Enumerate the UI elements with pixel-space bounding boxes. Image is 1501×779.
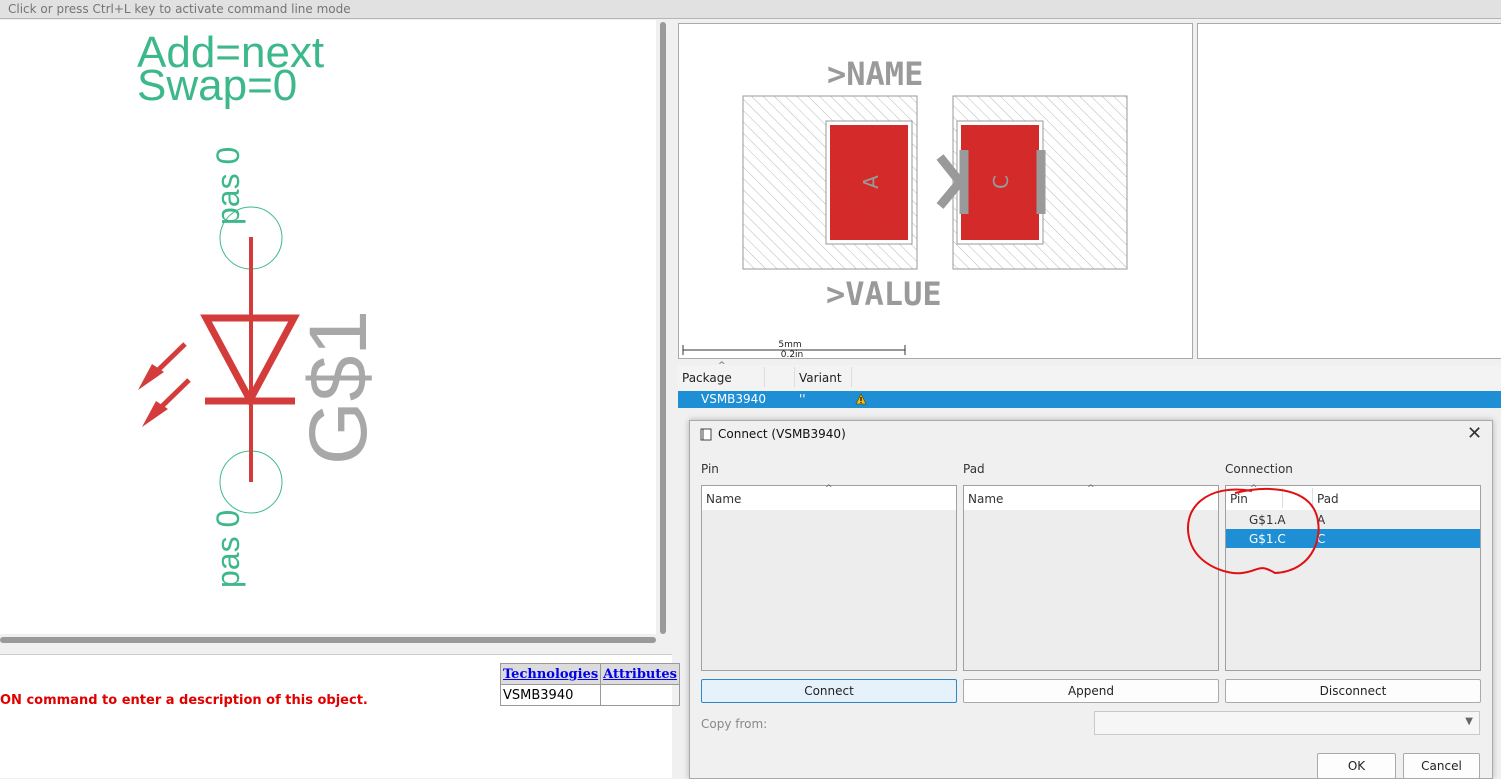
pad-a-label: A (859, 175, 883, 189)
chevron-down-icon: ▼ (1465, 716, 1473, 727)
close-icon[interactable]: ✕ (1467, 423, 1482, 444)
pin-col-name[interactable]: Name (706, 492, 741, 506)
attributes-link[interactable]: Attributes (600, 663, 680, 685)
pkg-value-label: >VALUE (826, 275, 942, 313)
connect-dialog: Connect (VSMB3940) ✕ Pin Pad Connection … (689, 420, 1493, 779)
pin-top-label: pas 0 (210, 147, 246, 225)
swap-text: Swap=0 (137, 61, 297, 110)
part-name: G$1 (293, 310, 384, 465)
attribute-cell (600, 684, 680, 706)
package-row[interactable]: VSMB3940 '' (678, 391, 1501, 408)
ok-button[interactable]: OK (1317, 753, 1396, 779)
schematic-svg: Add=next Swap=0 pas 0 pas 0 G$1 (137, 28, 384, 588)
pin-section-label: Pin (701, 462, 719, 476)
connection-section-label: Connection (1225, 462, 1293, 476)
package-variant: '' (799, 392, 806, 406)
sort-indicator-icon: ^ (1087, 484, 1095, 494)
append-button[interactable]: Append (963, 679, 1219, 703)
package-preview[interactable]: >NAME A C >VALUE 5mm 0.2in (678, 23, 1193, 360)
scale-mm: 5mm (778, 340, 801, 350)
col-package[interactable]: Package (682, 371, 732, 385)
package-name: VSMB3940 (701, 392, 766, 406)
copy-from-label: Copy from: (701, 717, 768, 731)
package-table-header: Package ^ Variant (678, 361, 1501, 391)
connect-button[interactable]: Connect (701, 679, 957, 703)
dialog-title: Connect (VSMB3940) (718, 427, 846, 441)
pad-col-name[interactable]: Name (968, 492, 1003, 506)
cancel-button[interactable]: Cancel (1403, 753, 1480, 779)
technologies-link[interactable]: Technologies (499, 663, 602, 685)
pin-bottom-label: pas 0 (210, 510, 246, 588)
sort-indicator-icon: ^ (825, 484, 833, 494)
schematic-horizontal-scrollbar[interactable] (0, 637, 656, 643)
package-3d-preview (1197, 23, 1501, 359)
pad-section-label: Pad (963, 462, 985, 476)
copy-from-select[interactable]: ▼ (1094, 711, 1480, 735)
technology-cell: VSMB3940 (499, 684, 602, 706)
schematic-vertical-scrollbar[interactable] (660, 22, 666, 634)
col-variant[interactable]: Variant (799, 371, 842, 385)
pin-list[interactable]: Name ^ (701, 484, 957, 671)
pad-c-label: C (989, 175, 1013, 189)
description-hint: ON command to enter a description of thi… (0, 693, 368, 708)
warning-icon (855, 393, 867, 405)
schematic-canvas[interactable]: Add=next Swap=0 pas 0 pas 0 G$1 (0, 20, 656, 634)
disconnect-button[interactable]: Disconnect (1225, 679, 1481, 703)
technologies-table: Technologies Attributes VSMB3940 (499, 663, 680, 706)
package-svg: >NAME A C >VALUE 5mm 0.2in (682, 55, 1128, 360)
annotation-circle (1187, 488, 1320, 575)
sort-indicator-icon: ^ (718, 361, 726, 371)
description-pane: ON command to enter a description of thi… (0, 654, 680, 778)
scale-in: 0.2in (781, 350, 804, 358)
command-line-bar (0, 0, 1501, 19)
pkg-name-label: >NAME (827, 55, 923, 93)
book-icon (700, 428, 712, 441)
led-arrows-icon (138, 342, 191, 427)
command-line-input[interactable] (0, 0, 1501, 18)
